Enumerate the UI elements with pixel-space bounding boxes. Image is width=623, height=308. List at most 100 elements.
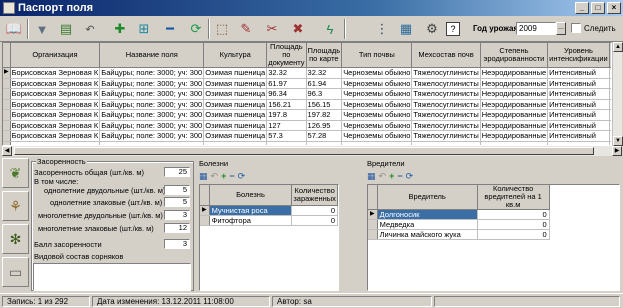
cell-soil-texture[interactable]: Тяжелосуглинисты [411,130,481,142]
cell-area-map[interactable]: 197.82 [306,109,343,121]
cell-crop[interactable]: Озимая пшеница [203,99,268,110]
weeds-species-textarea[interactable] [33,263,191,291]
col-pest[interactable]: Вредитель [377,185,478,210]
table-row[interactable]: Борисовская Зерновая К Байцуры; поле: 300… [3,120,611,131]
cell-intensity[interactable]: Интенсивный [547,130,610,142]
cell-soil-type[interactable]: Черноземы обыкно [341,67,413,79]
diseases-remove-icon[interactable]: − [229,171,234,181]
row-indicator[interactable] [368,229,378,240]
row-indicator[interactable] [3,130,11,142]
refresh-icon[interactable]: ⟳ [186,19,206,39]
cell-field-name[interactable]: Байцуры; поле: 3000; уч: 300 [99,120,205,131]
tree-icon[interactable]: ⋮ [372,19,392,39]
cell-intensity[interactable]: Интенсивный [547,99,610,110]
cell-crop[interactable]: Озимая пшеница [203,109,268,121]
cell-organization[interactable]: Борисовская Зерновая К [10,109,101,121]
cell-name[interactable]: Долгоносик [377,209,478,220]
cell-organization[interactable]: Борисовская Зерновая К [10,88,101,100]
col-organization[interactable]: Организация [10,43,101,68]
cell-area-map[interactable]: 32.32 [306,67,343,79]
tab-disease-icon[interactable]: ⚘ [2,191,29,221]
minimize-button[interactable]: _ [575,2,589,14]
cell-soil-type[interactable]: Черноземы обыкно [341,88,413,100]
tab-other-icon[interactable]: ▭ [2,257,29,287]
diseases-undo-icon[interactable]: ↶ [211,171,219,182]
cell-crop[interactable]: Озимая пшеница [203,120,268,131]
cell-intensity[interactable]: Интенсивный [547,67,610,79]
cell-area-map[interactable]: 96.3 [306,88,343,100]
edit-icon[interactable]: ▤ [56,19,76,39]
table-row[interactable]: ▶ Мучнистая роса 0 [200,205,338,216]
table-row[interactable]: ▶ Долгоносик 0 [368,209,550,220]
horizontal-scrollbar[interactable]: ◀ ▶ [2,146,622,156]
cell-name[interactable]: Фитофтора [209,215,293,226]
pests-refresh-icon[interactable]: ⟳ [406,171,414,182]
table-row[interactable]: Личинка майского жука 0 [368,229,550,240]
diseases-grid[interactable]: Болезнь Количество зараженных ▶ Мучнистая… [199,184,339,291]
col-area-doc[interactable]: Площадь по документу [266,43,307,68]
undo-icon[interactable]: ↶ [80,19,100,39]
table-row[interactable]: Медведка 0 [368,219,550,230]
cell-area-doc[interactable]: 156.21 [266,99,307,110]
col-infected[interactable]: Количество зараженных [291,185,338,206]
col-crop[interactable]: Культура [203,43,268,68]
row-indicator[interactable] [368,219,378,230]
cell-name[interactable]: Личинка майского жука [377,229,478,240]
row-indicator[interactable] [3,109,11,121]
cell-erosion[interactable]: Неэродированные [480,67,549,79]
book-icon[interactable]: 📖 [4,19,24,39]
cell-count[interactable]: 0 [291,205,338,216]
cell-crop[interactable]: Озимая пшеница [203,88,268,100]
scroll-right-icon[interactable]: ▶ [612,146,622,156]
scroll-thumb[interactable] [14,147,594,155]
cell-area-doc[interactable]: 57.3 [266,130,307,142]
cell-erosion[interactable]: Неэродированные [480,130,549,142]
cell-soil-texture[interactable]: Тяжелосуглинисты [411,78,481,89]
cell-field-name[interactable]: Байцуры; поле: 3000; уч: 300 [99,130,205,142]
row-indicator[interactable]: ▶ [200,205,210,216]
scroll-left-icon[interactable]: ◀ [2,146,12,156]
pests-undo-icon[interactable]: ↶ [379,171,387,182]
remove-icon[interactable]: ━ [160,19,180,39]
cell-count[interactable]: 0 [477,219,550,230]
table-row[interactable]: Фитофтора 0 [200,215,338,226]
filter-icon[interactable]: ▼ [32,19,52,39]
help-icon[interactable]: ? [446,22,460,36]
tab-pests-icon[interactable]: ✻ [2,224,29,254]
cell-organization[interactable]: Борисовская Зерновая К [10,120,101,131]
cell-field-name[interactable]: Байцуры; поле: 3000; уч: 300 [99,99,205,110]
field-icon[interactable]: ⬚ [212,19,232,39]
row-indicator[interactable] [3,88,11,100]
cell-intensity[interactable]: Интенсивный [547,109,610,121]
cell-organization[interactable]: Борисовская Зерновая К [10,130,101,142]
cell-intensity[interactable]: Интенсивный [547,88,610,100]
pests-remove-icon[interactable]: − [397,171,402,181]
diseases-grid-icon[interactable]: ▦ [199,171,208,182]
table-row[interactable]: Борисовская Зерновая К Байцуры; поле: 300… [3,130,611,142]
vertical-scrollbar[interactable]: ▲ ▼ [612,42,623,146]
col-pest-count[interactable]: Количество вредителей на 1 кв.м [477,185,550,210]
cell-soil-type[interactable]: Черноземы обыкно [341,109,413,121]
cell-crop[interactable]: Озимая пшеница [203,78,268,89]
cell-field-name[interactable]: Байцуры; поле: 3000; уч: 300 [99,78,205,89]
row-indicator[interactable] [3,99,11,110]
cell-field-name[interactable]: Байцуры; поле: 3000; уч: 300 [99,67,205,79]
cell-name[interactable]: Мучнистая роса [209,205,293,216]
cell-soil-texture[interactable]: Тяжелосуглинисты [411,67,481,79]
table-row[interactable]: ▶ Борисовская Зерновая К Байцуры; поле: 30… [3,67,611,79]
cell-soil-type[interactable]: Черноземы обыкно [341,130,413,142]
year-picker-button[interactable]: ... [556,22,566,35]
cell-soil-texture[interactable]: Тяжелосуглинисты [411,88,481,100]
col-intensity[interactable]: Уровень интенсификации [547,43,610,68]
cell-intensity[interactable]: Интенсивный [547,78,610,89]
cell-area-doc[interactable]: 127 [266,120,307,131]
row-indicator[interactable] [200,215,210,226]
cell-area-map[interactable]: 57.28 [306,130,343,142]
col-area-map[interactable]: Площадь по карте [306,43,343,68]
cell-soil-texture[interactable]: Тяжелосуглинисты [411,109,481,121]
cell-area-map[interactable]: 156.15 [306,99,343,110]
cell-area-map[interactable]: 126.95 [306,120,343,131]
row-indicator[interactable] [3,78,11,89]
col-erosion[interactable]: Степень эродированности [480,43,549,68]
cell-count[interactable]: 0 [477,229,550,240]
